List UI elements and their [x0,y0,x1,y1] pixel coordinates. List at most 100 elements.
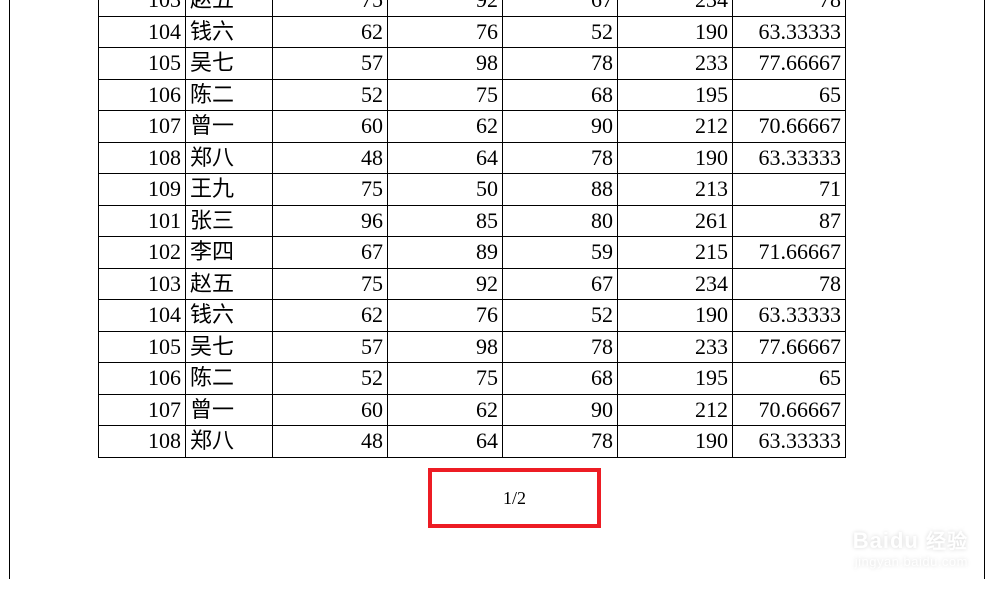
cell-score2: 92 [388,0,503,16]
cell-name: 曾一 [186,394,273,426]
cell-score2: 50 [388,174,503,206]
cell-score1: 96 [273,205,388,237]
watermark-brand: Baidu 经验 [853,525,968,554]
cell-score3: 80 [503,205,618,237]
cell-sum: 195 [618,363,733,395]
cell-avg: 70.66667 [733,111,846,143]
cell-name: 郑八 [186,142,273,174]
cell-score1: 52 [273,79,388,111]
cell-name: 王九 [186,174,273,206]
cell-score2: 98 [388,48,503,80]
cell-sum: 234 [618,268,733,300]
paw-icon [853,515,968,529]
cell-score1: 60 [273,111,388,143]
cell-name: 郑八 [186,426,273,458]
cell-score1: 67 [273,237,388,269]
cell-sum: 215 [618,237,733,269]
cell-score2: 75 [388,79,503,111]
table-row: 103赵五75926723478 [99,268,846,300]
cell-name: 陈二 [186,79,273,111]
cell-avg: 63.33333 [733,142,846,174]
cell-id: 104 [99,16,186,48]
cell-name: 赵五 [186,268,273,300]
cell-score2: 92 [388,268,503,300]
cell-avg: 71 [733,174,846,206]
watermark-sub: jingyan.baidu.com [853,554,968,569]
cell-id: 105 [99,331,186,363]
cell-name: 赵五 [186,0,273,16]
cell-score2: 76 [388,300,503,332]
cell-score3: 88 [503,174,618,206]
page-number: 1/2 [503,488,526,509]
cell-sum: 233 [618,48,733,80]
cell-avg: 78 [733,268,846,300]
cell-score1: 62 [273,300,388,332]
cell-score3: 52 [503,300,618,332]
cell-name: 陈二 [186,363,273,395]
cell-score3: 78 [503,142,618,174]
cell-sum: 212 [618,394,733,426]
cell-name: 李四 [186,237,273,269]
cell-score1: 48 [273,142,388,174]
cell-sum: 190 [618,300,733,332]
cell-id: 104 [99,300,186,332]
cell-avg: 71.66667 [733,237,846,269]
cell-score1: 52 [273,363,388,395]
cell-score1: 60 [273,394,388,426]
cell-id: 105 [99,48,186,80]
cell-avg: 63.33333 [733,16,846,48]
data-table: 103赵五75926723478104钱六62765219063.3333310… [98,0,846,458]
cell-score2: 64 [388,426,503,458]
cell-avg: 65 [733,79,846,111]
cell-sum: 195 [618,79,733,111]
cell-name: 钱六 [186,300,273,332]
table-row: 107曾一60629021270.66667 [99,394,846,426]
table-row: 108郑八48647819063.33333 [99,142,846,174]
cell-name: 曾一 [186,111,273,143]
table-row: 104钱六62765219063.33333 [99,16,846,48]
cell-score2: 64 [388,142,503,174]
cell-name: 吴七 [186,48,273,80]
cell-avg: 78 [733,0,846,16]
table-row: 104钱六62765219063.33333 [99,300,846,332]
cell-score1: 75 [273,174,388,206]
cell-score2: 62 [388,394,503,426]
cell-score3: 90 [503,394,618,426]
table-row: 109王九75508821371 [99,174,846,206]
cell-sum: 234 [618,0,733,16]
table-row: 106陈二52756819565 [99,363,846,395]
cell-avg: 63.33333 [733,426,846,458]
cell-score2: 62 [388,111,503,143]
cell-id: 103 [99,268,186,300]
table-row: 102李四67895921571.66667 [99,237,846,269]
cell-id: 107 [99,394,186,426]
cell-score3: 67 [503,0,618,16]
cell-score3: 68 [503,363,618,395]
cell-score3: 68 [503,79,618,111]
cell-avg: 65 [733,363,846,395]
cell-score3: 90 [503,111,618,143]
cell-id: 103 [99,0,186,16]
cell-sum: 213 [618,174,733,206]
cell-score1: 62 [273,16,388,48]
cell-id: 107 [99,111,186,143]
cell-name: 钱六 [186,16,273,48]
cell-score2: 75 [388,363,503,395]
cell-avg: 77.66667 [733,48,846,80]
cell-avg: 70.66667 [733,394,846,426]
cell-score1: 57 [273,48,388,80]
cell-sum: 212 [618,111,733,143]
watermark: Baidu 经验 jingyan.baidu.com [853,515,968,569]
data-table-wrap: 103赵五75926723478104钱六62765219063.3333310… [98,0,984,458]
cell-sum: 190 [618,426,733,458]
cell-score2: 85 [388,205,503,237]
cell-id: 108 [99,142,186,174]
watermark-brand-part2: du [890,528,919,553]
cell-score3: 78 [503,48,618,80]
cell-sum: 233 [618,331,733,363]
table-row: 105吴七57987823377.66667 [99,331,846,363]
cell-score1: 75 [273,268,388,300]
watermark-cn: 经验 [926,531,968,553]
page-number-highlight: 1/2 [428,468,601,528]
cell-score1: 48 [273,426,388,458]
